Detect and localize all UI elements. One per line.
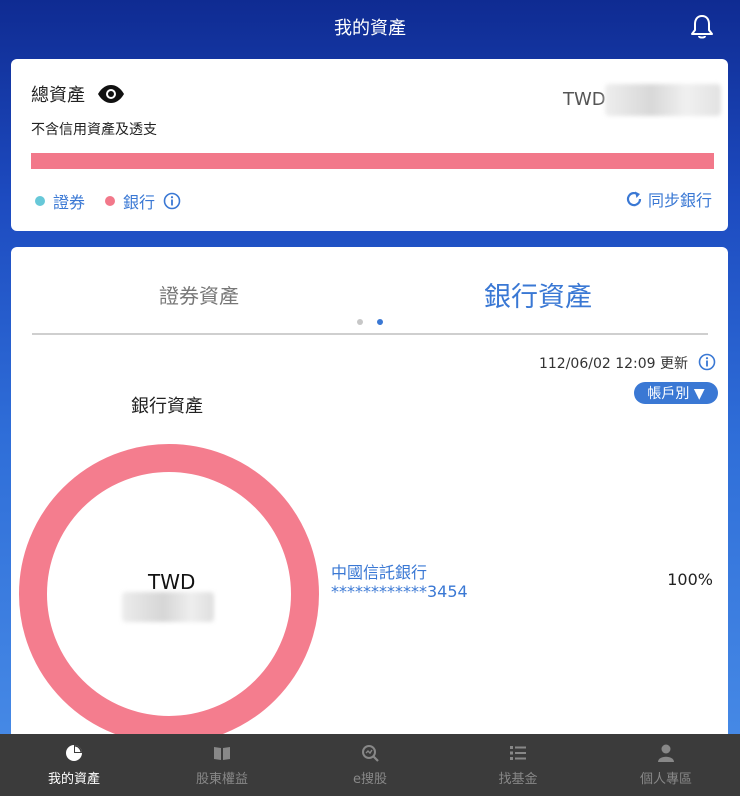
- sync-bank-button[interactable]: 同步銀行: [625, 187, 712, 211]
- total-assets-card: 總資產 不含信用資產及透支 TWD 證券 銀行 同步銀行: [11, 59, 728, 231]
- account-filter-button[interactable]: 帳戶別 ▼: [634, 382, 718, 404]
- list-icon: [509, 744, 527, 762]
- donut-amount-hidden: [122, 592, 214, 622]
- book-icon: [213, 744, 231, 762]
- bank-percentage: 100%: [667, 570, 713, 589]
- total-currency: TWD: [563, 89, 606, 110]
- asset-detail-card: 證券資產 銀行資產 112/06/02 12:09 更新 帳戶別 ▼ 銀行資產 …: [11, 247, 728, 747]
- legend-securities-label: 證券: [53, 193, 86, 212]
- nav-shareholder-equity-label: 股東權益: [195, 771, 248, 787]
- nav-find-fund-label: 找基金: [498, 771, 538, 787]
- allocation-legend: 證券 銀行: [35, 189, 201, 213]
- pie-chart-icon: [65, 744, 83, 762]
- update-info-icon[interactable]: [698, 353, 716, 375]
- nav-my-assets[interactable]: 我的資產: [0, 734, 148, 796]
- bank-assets-heading: 銀行資產: [131, 396, 203, 417]
- bank-name[interactable]: 中國信託銀行: [331, 559, 427, 583]
- nav-e-search[interactable]: e搜股: [296, 734, 444, 796]
- tab-securities-assets[interactable]: 證券資產: [159, 280, 239, 309]
- bank-account-number[interactable]: ************3454: [331, 582, 468, 601]
- total-assets-label: 總資產: [31, 85, 85, 106]
- info-icon[interactable]: [163, 192, 181, 210]
- page-title: 我的資產: [334, 18, 406, 39]
- nav-e-search-label: e搜股: [353, 771, 387, 787]
- total-amount-hidden: [605, 84, 721, 116]
- search-stock-icon: [361, 744, 379, 762]
- page-indicator: [357, 319, 397, 325]
- update-timestamp: 112/06/02 12:09 更新: [538, 356, 688, 372]
- nav-find-fund[interactable]: 找基金: [444, 734, 592, 796]
- total-assets-row: 總資產: [31, 81, 125, 107]
- tab-divider: [32, 333, 708, 335]
- sync-bank-label: 同步銀行: [647, 191, 712, 210]
- bottom-nav: 我的資產 股東權益 e搜股 找基金 個人專區: [0, 734, 740, 796]
- nav-my-assets-label: 我的資產: [47, 771, 100, 787]
- refresh-icon: [626, 191, 642, 207]
- nav-shareholder-equity[interactable]: 股東權益: [148, 734, 296, 796]
- legend-bank: 銀行: [105, 189, 181, 213]
- page-dot-2: [377, 319, 383, 325]
- person-icon: [657, 744, 675, 762]
- bank-dot: [105, 196, 116, 206]
- top-header: 我的資產: [0, 0, 740, 54]
- allocation-bar: [31, 153, 714, 169]
- exclusion-note: 不含信用資產及透支: [31, 122, 157, 138]
- donut-currency: TWD: [148, 570, 196, 594]
- nav-personal-area[interactable]: 個人專區: [592, 734, 740, 796]
- legend-securities: 證券: [35, 189, 85, 213]
- legend-bank-label: 銀行: [123, 193, 156, 212]
- page-dot-1: [357, 319, 363, 325]
- eye-icon[interactable]: [97, 84, 125, 104]
- bell-icon[interactable]: [688, 13, 716, 41]
- securities-dot: [35, 196, 45, 206]
- nav-personal-area-label: 個人專區: [639, 771, 692, 787]
- tab-bank-assets[interactable]: 銀行資產: [484, 275, 592, 314]
